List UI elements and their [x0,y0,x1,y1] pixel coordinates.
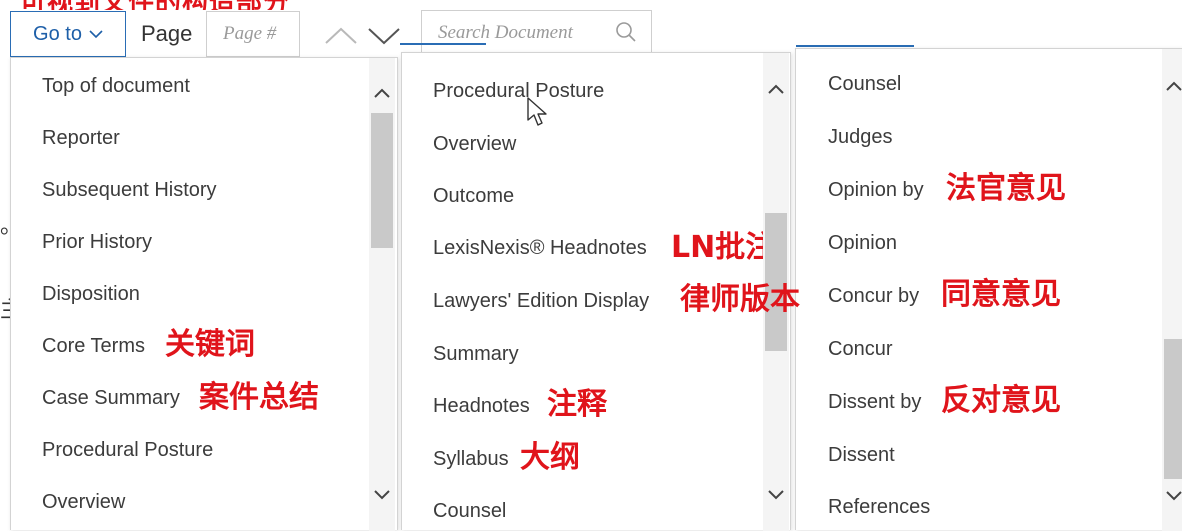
search-icon[interactable] [615,21,637,43]
annotation-label: 反对意见 [941,383,1061,418]
scroll-up-icon[interactable] [766,80,786,98]
next-hit-icon[interactable] [367,21,401,49]
page-label: Page [141,21,193,46]
outline-item[interactable]: Headnotes [433,395,530,418]
outline-item[interactable]: Dissent by [828,391,921,414]
scroll-up-icon[interactable] [1164,77,1182,95]
mouse-pointer-icon [526,96,550,128]
outline-item[interactable]: Summary [433,343,519,366]
outline-item[interactable]: Procedural Posture [42,439,213,462]
outline-item[interactable]: Subsequent History [42,179,217,202]
scroll-down-icon[interactable] [766,486,786,504]
outline-item[interactable]: Disposition [42,283,140,306]
annotation-label: LN批注 [671,230,776,265]
outline-item[interactable]: Concur by [828,285,919,308]
chevron-down-icon [89,26,103,43]
annotation-label: 关键词 [165,327,255,362]
outline-item[interactable]: References [828,496,930,519]
search-document-box [421,10,652,56]
outline-item[interactable]: Outcome [433,185,514,208]
outline-item[interactable]: Syllabus [433,448,509,471]
goto-button[interactable]: Go to [10,11,126,57]
scroll-down-icon[interactable] [372,486,392,504]
outline-item[interactable]: Overview [42,491,125,514]
outline-item[interactable]: Overview [433,133,516,156]
outline-item[interactable]: Opinion [828,232,897,255]
scrollbar[interactable] [1162,49,1182,531]
outline-item[interactable]: Prior History [42,231,152,254]
scroll-thumb[interactable] [371,113,393,248]
outline-item[interactable]: Judges [828,126,893,149]
outline-item[interactable]: Reporter [42,127,120,150]
annotation-label: 注释 [547,387,607,422]
search-document-input[interactable] [422,11,607,55]
scroll-down-icon[interactable] [1164,487,1182,505]
annotation-label: 法官意见 [946,171,1066,206]
previous-hit-icon[interactable] [324,21,358,49]
outline-item[interactable]: Concur [828,338,892,361]
outline-panel-3: Counsel Judges Opinion by 法官意见 Opinion C… [795,48,1182,531]
outline-item[interactable]: Opinion by [828,179,924,202]
annotation-label: 案件总结 [199,380,319,415]
goto-label: Go to [33,22,82,45]
outline-item[interactable]: Case Summary [42,387,180,410]
scroll-thumb[interactable] [1164,339,1182,479]
outline-item[interactable]: Dissent [828,444,895,467]
page-number-input[interactable] [206,11,300,57]
outline-item[interactable]: Counsel [828,73,901,96]
outline-item[interactable]: LexisNexis® Headnotes [433,237,647,260]
annotation-label: 同意意见 [941,277,1061,312]
outline-item[interactable]: Core Terms [42,335,145,358]
outline-item[interactable]: Counsel [433,500,506,523]
outline-item[interactable]: Procedural Posture [433,80,604,103]
outline-item[interactable]: Lawyers' Edition Display [433,290,649,313]
outline-item[interactable]: Top of document [42,75,190,98]
tab-indicator [796,45,914,47]
scroll-up-icon[interactable] [372,84,392,102]
annotation-label: 律师版本 [680,282,800,317]
outline-panel-1: Top of document Reporter Subsequent Hist… [10,57,398,531]
scrollbar[interactable] [369,58,395,531]
tab-indicator [400,43,486,45]
annotation-label: 大纲 [520,440,580,475]
